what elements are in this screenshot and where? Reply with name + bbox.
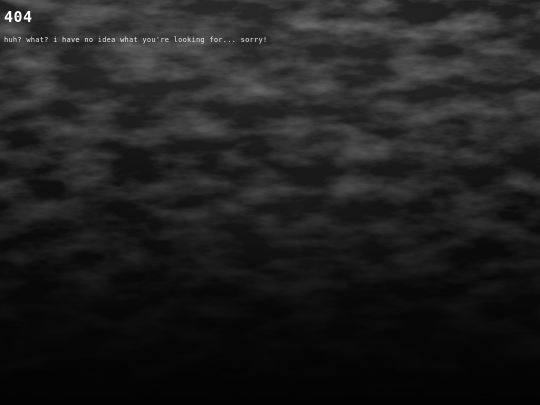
background-texture <box>0 0 540 405</box>
error-page: 404 huh? what? i have no idea what you'r… <box>0 0 540 405</box>
error-message: huh? what? i have no idea what you're lo… <box>4 36 268 44</box>
error-code: 404 <box>4 8 33 26</box>
